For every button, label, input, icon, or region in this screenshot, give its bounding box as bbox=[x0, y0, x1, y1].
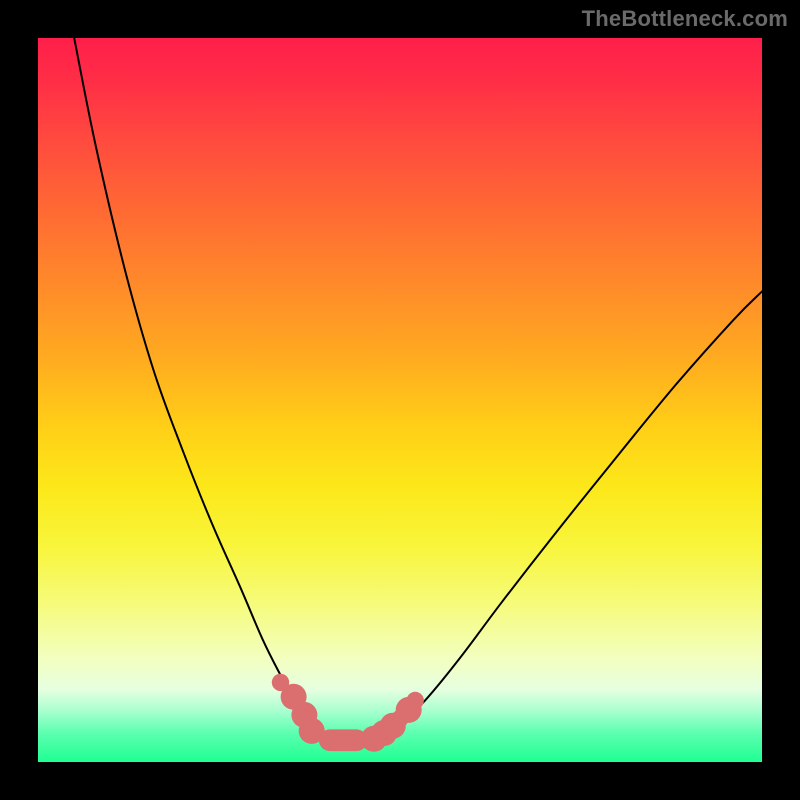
chart-svg bbox=[38, 38, 762, 762]
data-markers bbox=[272, 674, 424, 752]
plot-area bbox=[38, 38, 762, 762]
data-marker-bar bbox=[319, 729, 368, 751]
watermark-text: TheBottleneck.com bbox=[582, 6, 788, 32]
bottleneck-curve bbox=[74, 38, 762, 741]
chart-frame: TheBottleneck.com bbox=[0, 0, 800, 800]
data-marker bbox=[407, 692, 424, 709]
